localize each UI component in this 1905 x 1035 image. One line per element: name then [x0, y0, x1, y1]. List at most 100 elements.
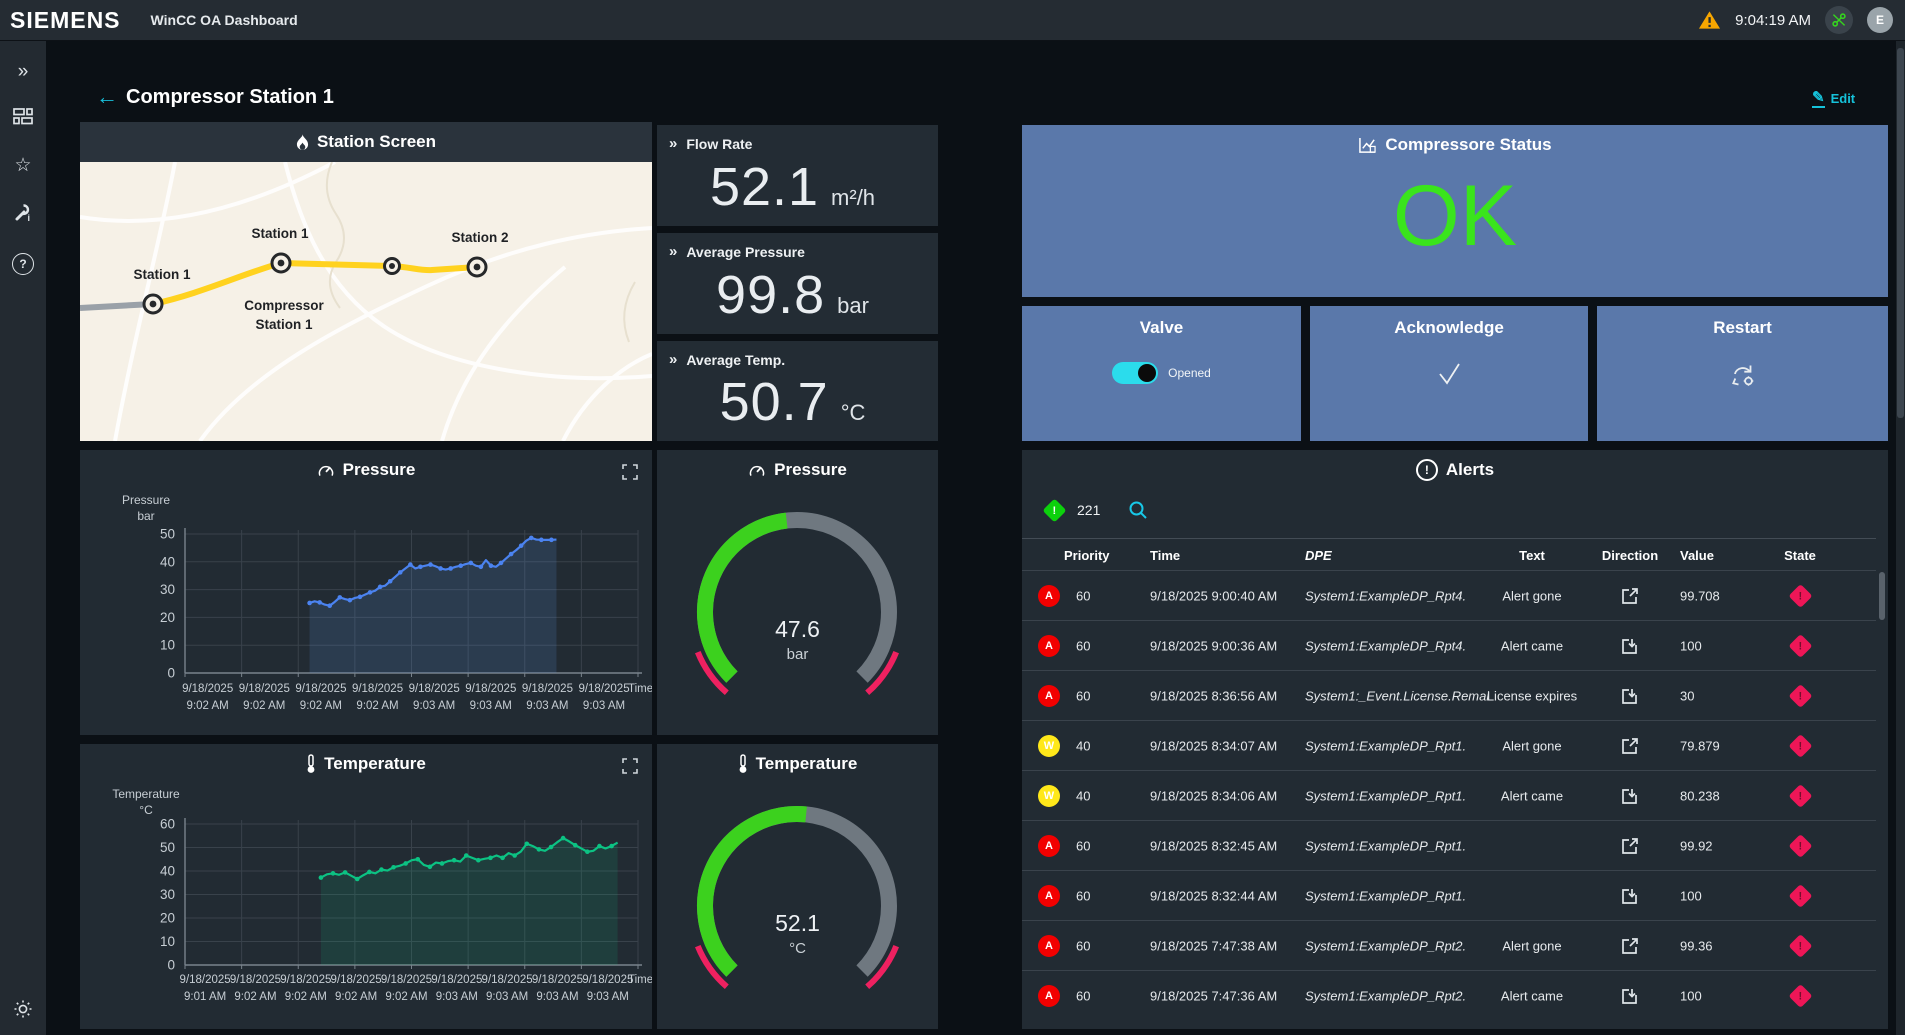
connection-status-icon[interactable] [1825, 6, 1853, 34]
alert-row[interactable]: A609/18/2025 8:32:45 AMSystem1:ExampleDP… [1022, 820, 1876, 870]
valve-tile[interactable]: Valve Opened [1022, 306, 1301, 441]
alert-state-icon: ! [1762, 737, 1838, 754]
expand-sidebar-icon[interactable]: » [11, 62, 35, 81]
alert-row[interactable]: A609/18/2025 9:00:40 AMSystem1:ExampleDP… [1022, 570, 1876, 620]
kpi-average-temp: »Average Temp. 50.7°C [657, 341, 938, 441]
valve-state-label: Opened [1168, 366, 1211, 380]
direction-in-icon [1612, 986, 1648, 1006]
clock: 9:04:19 AM [1735, 12, 1811, 29]
alert-time: 9/18/2025 8:34:06 AM [1150, 788, 1277, 803]
svg-text:9:02 AM: 9:02 AM [234, 991, 276, 1003]
system-info-icon[interactable]: i [11, 202, 35, 226]
alert-count: 221 [1077, 502, 1100, 518]
direction-out-icon [1612, 936, 1648, 956]
help-icon[interactable]: ? [11, 253, 35, 275]
user-avatar[interactable]: E [1867, 7, 1893, 33]
svg-text:9/18/2025: 9/18/2025 [182, 683, 233, 695]
svg-text:9/18/2025: 9/18/2025 [409, 683, 460, 695]
chevron-right-icon: » [669, 243, 677, 260]
alert-row[interactable]: A609/18/2025 9:00:36 AMSystem1:ExampleDP… [1022, 620, 1876, 670]
kpi-value: 99.8 [716, 264, 825, 326]
svg-text:9:03 AM: 9:03 AM [536, 991, 578, 1003]
pressure-gauge-value: 47.6 [657, 616, 938, 643]
direction-out-icon [1612, 736, 1648, 756]
direction-in-icon [1612, 886, 1648, 906]
dashboards-icon[interactable] [11, 108, 35, 129]
map-label-mid-station: Station 1 [251, 226, 308, 241]
valve-toggle[interactable] [1112, 362, 1158, 384]
restart-label: Restart [1597, 318, 1888, 338]
alert-row[interactable]: A609/18/2025 7:47:38 AMSystem1:ExampleDP… [1022, 920, 1876, 970]
warning-icon[interactable] [1698, 10, 1721, 30]
page-scrollbar-thumb[interactable] [1897, 48, 1904, 418]
direction-out-icon [1612, 836, 1648, 856]
alert-time: 9/18/2025 8:32:45 AM [1150, 838, 1277, 853]
svg-text:50: 50 [160, 527, 175, 542]
svg-text:50: 50 [160, 840, 175, 855]
svg-text:9/18/2025: 9/18/2025 [482, 974, 533, 986]
severity-badge: A [1038, 585, 1060, 607]
alert-row[interactable]: A609/18/2025 8:36:56 AMSystem1:_Event.Li… [1022, 670, 1876, 720]
page-scrollbar[interactable] [1896, 40, 1905, 1035]
alert-priority: 60 [1076, 588, 1090, 603]
edit-pencil-icon: ✎ [1812, 90, 1825, 108]
severity-badge: W [1038, 785, 1060, 807]
severity-badge: W [1038, 735, 1060, 757]
alert-text: Alert gone [1447, 738, 1617, 753]
svg-text:10: 10 [160, 638, 175, 653]
compressor-status-title: Compressore Status [1022, 125, 1888, 165]
alerts-scrollbar[interactable] [1879, 572, 1885, 620]
alert-priority: 60 [1076, 688, 1090, 703]
alert-text: License expires [1447, 688, 1617, 703]
edit-button[interactable]: ✎ Edit [1812, 90, 1855, 108]
chevron-right-icon: » [669, 135, 677, 152]
pipeline-inlet [80, 304, 153, 308]
chevron-right-icon: » [669, 351, 677, 368]
alert-state-icon: ! [1762, 987, 1838, 1004]
favorites-icon[interactable]: ☆ [11, 156, 35, 175]
svg-text:9:03 AM: 9:03 AM [470, 700, 512, 712]
direction-out-icon [1612, 586, 1648, 606]
svg-text:30: 30 [160, 582, 175, 597]
pressure-gauge-title: Pressure [657, 450, 938, 490]
svg-text:9/18/2025: 9/18/2025 [295, 683, 346, 695]
alert-row[interactable]: A609/18/2025 7:47:36 AMSystem1:ExampleDP… [1022, 970, 1876, 1020]
compressor-status-panel: Compressore Status OK [1022, 125, 1888, 297]
alerts-rows: A 60 9/18/2025 9:00:40 AM System1:ExampleDP… [1022, 570, 1876, 1029]
acknowledge-label: Acknowledge [1310, 318, 1588, 338]
restart-tile[interactable]: Restart [1597, 306, 1888, 441]
svg-text:0: 0 [167, 666, 175, 681]
alert-time: 9/18/2025 9:00:40 AM [1150, 588, 1277, 603]
back-button[interactable]: ← [96, 84, 118, 110]
page-title: Compressor Station 1 [126, 86, 334, 109]
wincc-dashboard-screen: SIEMENS WinCC OA Dashboard 9:04:19 AM E … [0, 0, 1905, 1035]
temperature-gauge-title: Temperature [657, 744, 938, 784]
svg-text:9/18/2025: 9/18/2025 [180, 974, 231, 986]
restart-icon [1729, 362, 1757, 388]
alert-dpe: System1:ExampleDP_Rpt4. [1305, 638, 1466, 653]
theme-toggle-icon[interactable] [11, 999, 35, 1023]
station-screen-panel: Station Screen [80, 122, 652, 441]
acknowledge-tile[interactable]: Acknowledge [1310, 306, 1588, 441]
pressure-chart-panel: Pressure Pressurebar 504030201009/18/202… [80, 450, 652, 735]
svg-text:9:03 AM: 9:03 AM [526, 700, 568, 712]
alert-dpe: System1:ExampleDP_Rpt1. [1305, 788, 1466, 803]
alert-value: 100 [1680, 888, 1702, 903]
alert-count-badge-icon[interactable]: ! [1042, 498, 1066, 522]
alert-row[interactable]: A609/18/2025 8:32:44 AMSystem1:ExampleDP… [1022, 870, 1876, 920]
temperature-line-chart: 60504030201009/18/20259:01 AM9/18/20259:… [80, 744, 652, 1029]
alert-dpe: System1:ExampleDP_Rpt1. [1305, 888, 1466, 903]
kpi-value: 50.7 [720, 371, 829, 433]
search-icon[interactable] [1128, 500, 1148, 520]
svg-text:10: 10 [160, 934, 175, 949]
alert-state-icon: ! [1762, 637, 1838, 654]
station-map[interactable]: Station 1 Station 1 Compressor Station 1… [80, 162, 652, 441]
alert-row[interactable]: W409/18/2025 8:34:07 AMSystem1:ExampleDP… [1022, 720, 1876, 770]
alert-priority: 60 [1076, 988, 1090, 1003]
alert-time: 9/18/2025 8:34:07 AM [1150, 738, 1277, 753]
alert-priority: 60 [1076, 838, 1090, 853]
svg-text:9/18/2025: 9/18/2025 [381, 974, 432, 986]
direction-in-icon [1612, 686, 1648, 706]
alert-row[interactable]: W409/18/2025 8:34:06 AMSystem1:ExampleDP… [1022, 770, 1876, 820]
alert-dpe: System1:ExampleDP_Rpt2. [1305, 988, 1466, 1003]
